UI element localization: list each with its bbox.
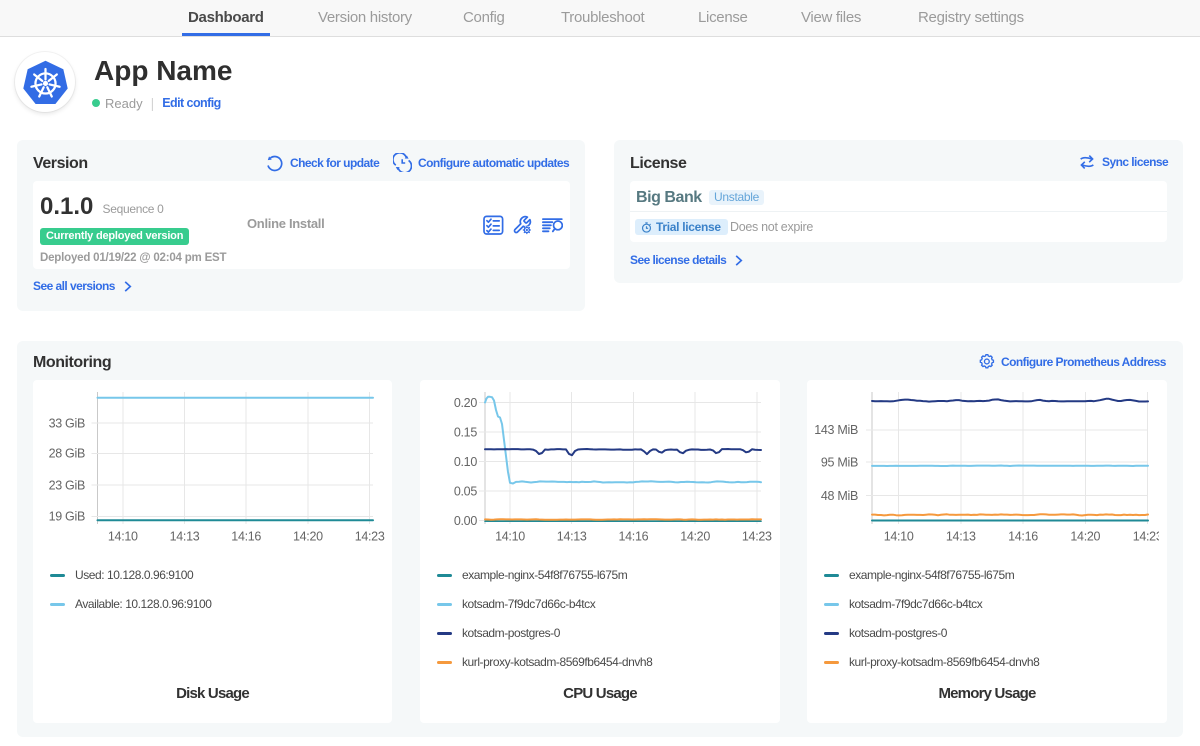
- svg-text:14:10: 14:10: [495, 530, 525, 544]
- svg-text:0.10: 0.10: [454, 455, 477, 469]
- svg-text:143 MiB: 143 MiB: [814, 423, 858, 437]
- svg-text:0.15: 0.15: [454, 426, 477, 440]
- svg-text:48 MiB: 48 MiB: [821, 489, 858, 503]
- svg-text:14:23: 14:23: [355, 530, 385, 544]
- svg-text:14:23: 14:23: [1133, 530, 1159, 544]
- svg-text:95 MiB: 95 MiB: [821, 456, 858, 470]
- svg-text:0.20: 0.20: [454, 396, 477, 410]
- svg-text:14:10: 14:10: [108, 530, 138, 544]
- svg-text:14:20: 14:20: [1070, 530, 1100, 544]
- svg-text:14:13: 14:13: [946, 530, 976, 544]
- svg-text:23 GiB: 23 GiB: [49, 478, 85, 492]
- svg-text:14:20: 14:20: [680, 530, 710, 544]
- svg-text:14:20: 14:20: [293, 530, 323, 544]
- svg-text:33 GiB: 33 GiB: [49, 416, 85, 430]
- svg-text:14:16: 14:16: [1008, 530, 1038, 544]
- svg-text:14:23: 14:23: [742, 530, 772, 544]
- svg-text:14:13: 14:13: [170, 530, 200, 544]
- svg-text:14:16: 14:16: [619, 530, 649, 544]
- svg-text:14:10: 14:10: [884, 530, 914, 544]
- svg-text:14:13: 14:13: [557, 530, 587, 544]
- svg-text:0.05: 0.05: [454, 485, 477, 499]
- svg-text:19 GiB: 19 GiB: [49, 510, 85, 524]
- svg-text:0.00: 0.00: [454, 514, 477, 528]
- svg-text:14:16: 14:16: [231, 530, 261, 544]
- svg-text:28 GiB: 28 GiB: [49, 447, 85, 461]
